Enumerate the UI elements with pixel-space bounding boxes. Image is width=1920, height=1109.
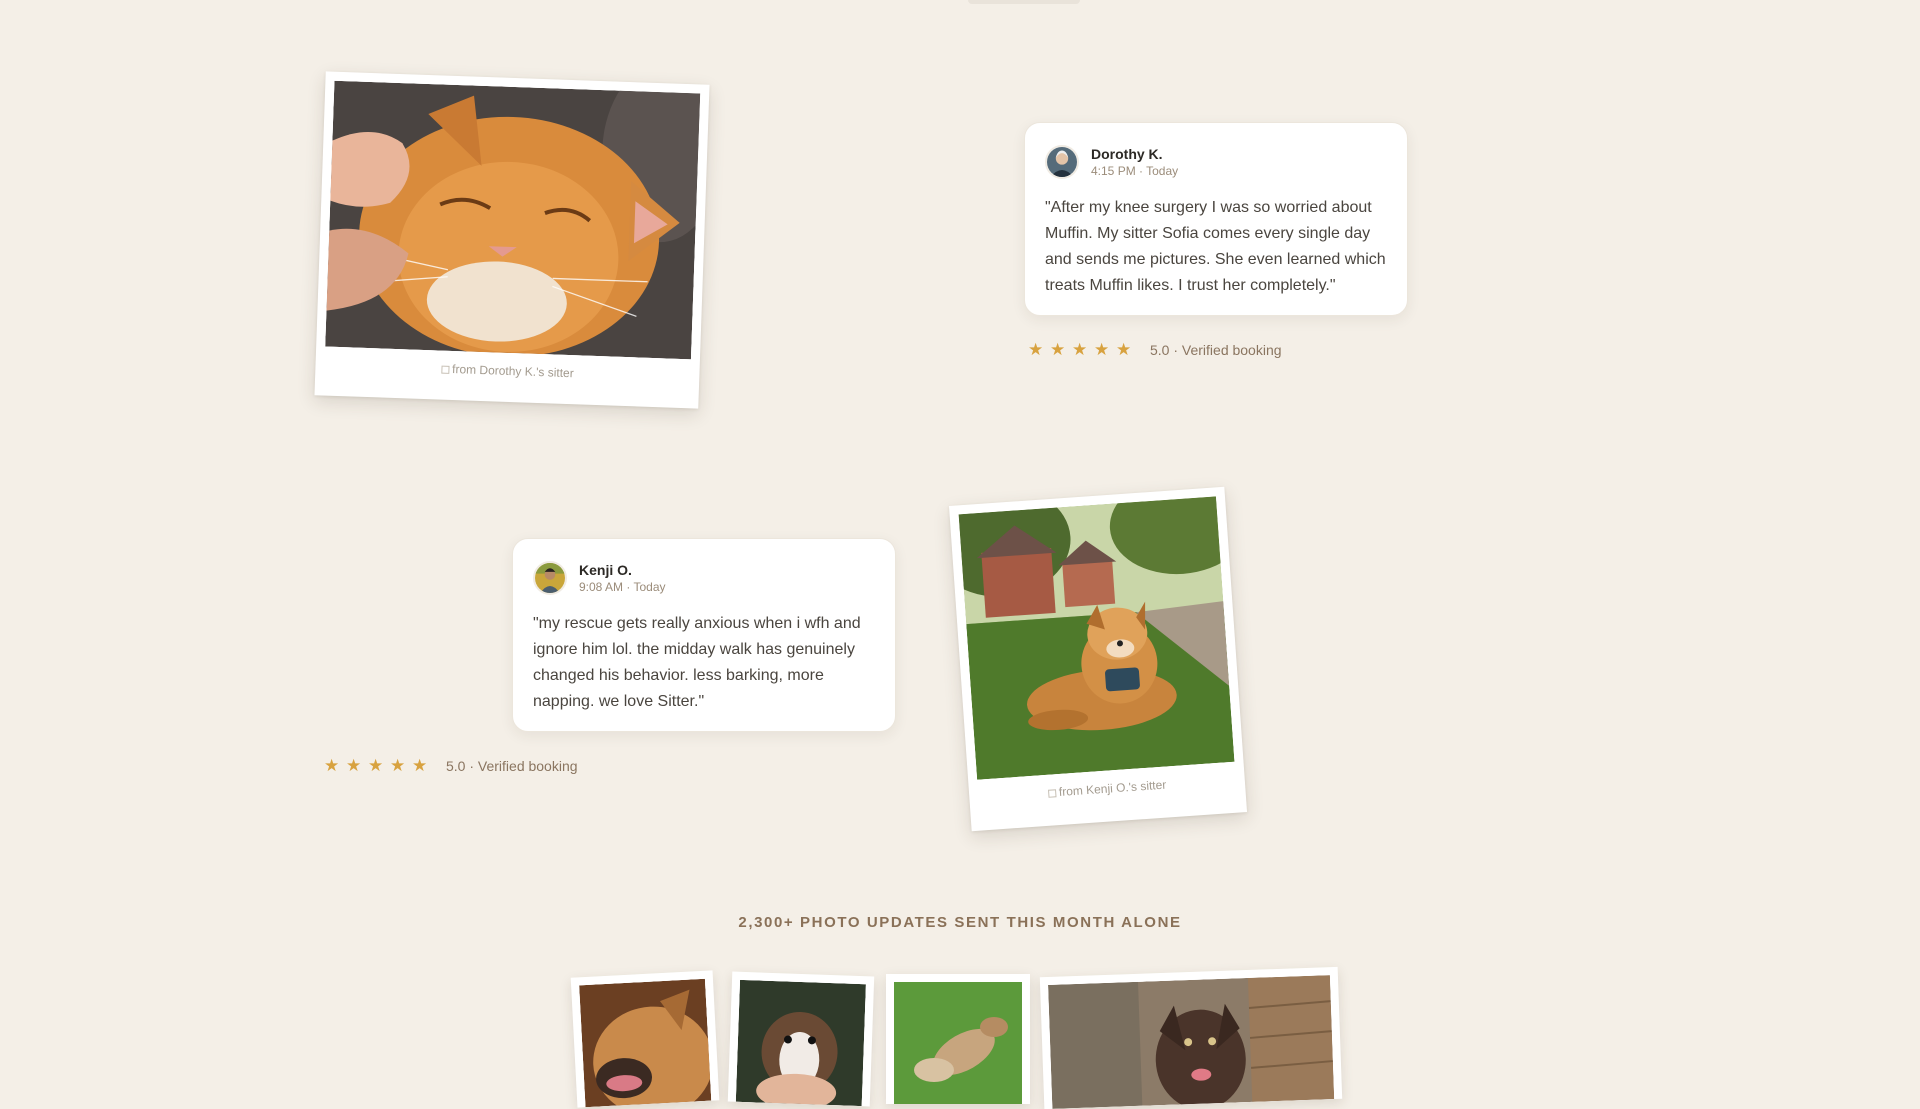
cat-photo — [325, 80, 701, 360]
camera-icon — [1047, 789, 1057, 798]
testimonial-card-kenji: Kenji O. 9:08 AM · Today "my rescue gets… — [512, 538, 896, 732]
review-quote: "my rescue gets really anxious when i wf… — [533, 615, 861, 710]
star-icon: ★ — [324, 756, 340, 775]
gallery-thumbnail — [886, 974, 1030, 1104]
dog-photo — [1048, 975, 1335, 1109]
star-icon: ★ — [1072, 340, 1088, 359]
reviewer-name: Dorothy K. — [1091, 146, 1163, 162]
dog-photo — [958, 496, 1235, 780]
dog-photo — [894, 982, 1022, 1104]
polaroid-photo-kenji: from Kenji O.'s sitter — [948, 486, 1248, 832]
review-timestamp: 9:08 AM · Today — [579, 580, 666, 594]
star-icon: ★ — [1050, 340, 1066, 359]
caption-text: from Dorothy K.'s sitter — [451, 361, 574, 381]
star-icon: ★ — [412, 756, 428, 775]
polaroid-photo-dorothy: from Dorothy K.'s sitter — [314, 71, 710, 409]
rating-row: ★ ★ ★ ★ ★ 5.0 · Verified booking — [324, 756, 578, 776]
star-icon: ★ — [1116, 340, 1132, 359]
reviewer-name: Kenji O. — [579, 562, 632, 578]
gallery-thumbnail — [1039, 966, 1343, 1109]
rating-text: 5.0 · Verified booking — [446, 758, 578, 774]
star-icon: ★ — [368, 756, 384, 775]
star-rating: ★ ★ ★ ★ ★ — [324, 756, 434, 776]
review-quote: "After my knee surgery I was so worried … — [1045, 199, 1386, 294]
dog-photo — [579, 978, 712, 1108]
photo-updates-label: 2,300+ PHOTO UPDATES SENT THIS MONTH ALO… — [738, 914, 1182, 931]
scroll-edge-element — [968, 0, 1080, 4]
star-icon: ★ — [1028, 340, 1044, 359]
star-icon: ★ — [1094, 340, 1110, 359]
testimonial-card-dorothy: Dorothy K. 4:15 PM · Today "After my kne… — [1024, 122, 1408, 316]
gallery-thumbnail — [727, 971, 875, 1107]
camera-icon — [440, 365, 450, 374]
avatar — [1045, 145, 1079, 179]
dog-photo — [735, 979, 866, 1107]
rating-text: 5.0 · Verified booking — [1150, 342, 1282, 358]
caption-text: from Kenji O.'s sitter — [1058, 777, 1167, 800]
star-icon: ★ — [390, 756, 406, 775]
avatar — [533, 561, 567, 595]
review-timestamp: 4:15 PM · Today — [1091, 164, 1179, 178]
gallery-thumbnail — [570, 970, 720, 1108]
star-rating: ★ ★ ★ ★ ★ — [1028, 340, 1138, 360]
photo-caption: from Dorothy K.'s sitter — [315, 357, 699, 384]
star-icon: ★ — [346, 756, 362, 775]
rating-row: ★ ★ ★ ★ ★ 5.0 · Verified booking — [1028, 340, 1282, 360]
